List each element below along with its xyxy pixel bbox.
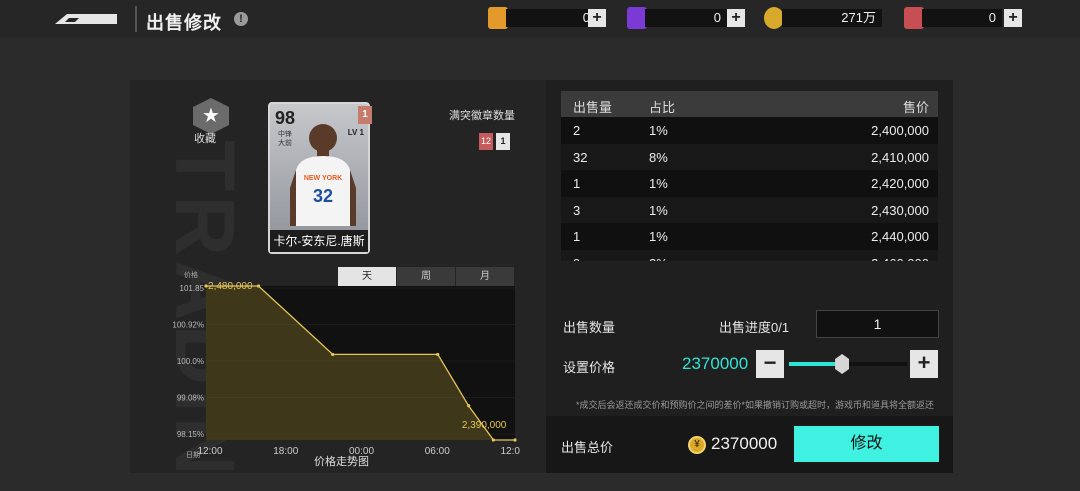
table-row[interactable]: 1 1% 2,420,000 xyxy=(561,170,938,197)
orange-ticket-icon xyxy=(488,7,508,29)
increase-price-button[interactable]: + xyxy=(910,350,938,378)
back-logo-icon[interactable] xyxy=(55,10,117,26)
row-price: 2,400,000 xyxy=(871,123,929,138)
header-ratio: 占比 xyxy=(649,100,676,115)
add-red-card-button[interactable]: + xyxy=(1004,9,1022,27)
series-point xyxy=(467,404,471,408)
row-ratio: 1% xyxy=(649,202,668,218)
y-tick-label: 101.85 xyxy=(180,284,205,293)
row-quantity: 9 xyxy=(573,256,580,262)
y-tick-label: 98.15% xyxy=(177,430,204,439)
table-row[interactable]: 32 8% 2,410,000 xyxy=(561,143,938,170)
series-point xyxy=(513,438,517,442)
modify-button[interactable]: 修改 xyxy=(794,426,939,462)
badge-red: 12 xyxy=(479,133,493,150)
currency-value: 0 xyxy=(645,9,727,27)
price-value: 2370000 xyxy=(682,354,749,373)
series-point xyxy=(436,352,440,357)
gold-coin-icon xyxy=(764,7,784,29)
total-value: 2370000 xyxy=(711,434,778,453)
series-point xyxy=(491,438,495,442)
player-name: 卡尔-安东尼.唐斯 xyxy=(270,230,368,252)
gold-coin-icon: ¥ xyxy=(688,436,706,454)
tab-day[interactable]: 天 xyxy=(338,267,396,286)
price-slider-handle[interactable] xyxy=(835,354,850,374)
chart-caption: 价格走势图 xyxy=(314,456,369,468)
row-price: 2,420,000 xyxy=(871,176,929,191)
info-icon[interactable]: ! xyxy=(234,12,248,26)
progress-label: 出售进度0/1 xyxy=(719,320,790,335)
favorite-label: 收藏 xyxy=(194,133,216,145)
player-portrait-icon: NEW YORK 32 xyxy=(290,124,356,226)
header-price: 售价 xyxy=(902,100,929,115)
player-card[interactable]: 98 中锋 大前 1 LV 1 NEW YORK 32 卡尔-安东尼.唐斯 xyxy=(268,102,372,254)
add-purple-ticket-button[interactable]: + xyxy=(727,9,745,27)
row-quantity: 3 xyxy=(573,202,581,218)
refund-note: *成交后会返还成交价和预购价之间的差价*如果撤销订购或超时，游戏币和道具将全额返… xyxy=(576,400,935,410)
qty-label: 出售数量 xyxy=(563,320,616,335)
quantity-input[interactable]: 1 xyxy=(816,310,939,338)
sell-panel: TRADING ★ 收藏 98 中锋 大前 1 LV 1 NEW YORK 32… xyxy=(130,80,953,473)
row-quantity: 32 xyxy=(573,149,588,165)
badge-count-title: 满突徽章数量 xyxy=(449,110,515,122)
tab-week[interactable]: 周 xyxy=(397,267,455,286)
row-ratio: 1% xyxy=(649,229,668,244)
table-row[interactable]: 3 1% 2,430,000 xyxy=(561,196,938,223)
decrease-price-button[interactable]: − xyxy=(756,350,784,378)
row-quantity: 2 xyxy=(573,123,581,138)
price-slider-fill xyxy=(789,362,843,366)
red-card-icon xyxy=(904,7,924,29)
y-tick-label: 100.92% xyxy=(172,321,204,330)
table-row[interactable]: 1 1% 2,440,000 xyxy=(561,223,938,250)
row-ratio: 2% xyxy=(649,256,668,262)
top-bar: 出售修改 ! 0 + 0 + 271万 0 + xyxy=(0,0,1080,38)
series-point xyxy=(331,352,335,357)
tab-month[interactable]: 月 xyxy=(456,267,514,286)
header-divider xyxy=(135,6,137,32)
row-price: 2,460,000 xyxy=(871,256,929,262)
series-point xyxy=(256,284,261,288)
data-label-high: 2,480,000 xyxy=(208,281,253,292)
data-label-low: 2,390,000 xyxy=(462,420,507,431)
jersey-number-text: 32 xyxy=(313,186,333,206)
table-row[interactable]: 9 2% 2,460,000 xyxy=(561,249,938,262)
x-tick-label: 12:00 xyxy=(500,446,520,457)
currency-value: 0 xyxy=(922,9,1002,27)
y-axis-label: 价格 xyxy=(184,270,198,279)
table-row[interactable]: 2 1% 2,400,000 xyxy=(561,117,938,144)
add-orange-ticket-button[interactable]: + xyxy=(588,9,606,27)
purple-ticket-icon xyxy=(627,7,647,29)
row-ratio: 8% xyxy=(649,149,668,165)
price-trend-chart: 101.85100.92%100.0%99.08%98.15%价格日期12:00… xyxy=(172,270,520,459)
row-price: 2,430,000 xyxy=(871,202,929,218)
table-header: 出售量 占比 售价 xyxy=(561,91,938,117)
header-quantity: 出售量 xyxy=(573,100,613,115)
row-quantity: 1 xyxy=(573,229,581,244)
row-price: 2,440,000 xyxy=(871,229,929,244)
table-body: 2 1% 2,400,000 32 8% 2,410,000 1 1% 2,420,000 3 1%… xyxy=(561,117,938,261)
y-tick-label: 99.08% xyxy=(177,394,204,403)
currency-value: 271万 xyxy=(782,9,882,27)
y-tick-label: 100.0% xyxy=(177,357,204,366)
x-tick-label: 12:00 xyxy=(197,446,222,457)
row-ratio: 1% xyxy=(649,123,668,138)
row-price: 2,410,000 xyxy=(871,149,929,165)
x-tick-label: 06:00 xyxy=(425,446,450,457)
badge-white: 1 xyxy=(496,133,510,150)
currency-value: 0 xyxy=(506,9,596,27)
price-label: 设置价格 xyxy=(563,360,616,375)
sell-orders-table[interactable]: 出售量 占比 售价 2 1% 2,400,000 32 8% 2,410,000 1 1% 2,… xyxy=(561,91,938,261)
page-title: 出售修改 xyxy=(146,13,222,33)
row-quantity: 1 xyxy=(573,176,581,191)
chart-period-tabs: 天 周 月 xyxy=(338,267,515,286)
total-label: 出售总价 xyxy=(561,440,614,455)
jersey-team-text: NEW YORK xyxy=(304,175,342,182)
row-ratio: 1% xyxy=(649,176,668,191)
x-tick-label: 18:00 xyxy=(273,446,298,457)
card-upgrade-badge: 1 xyxy=(358,106,372,124)
